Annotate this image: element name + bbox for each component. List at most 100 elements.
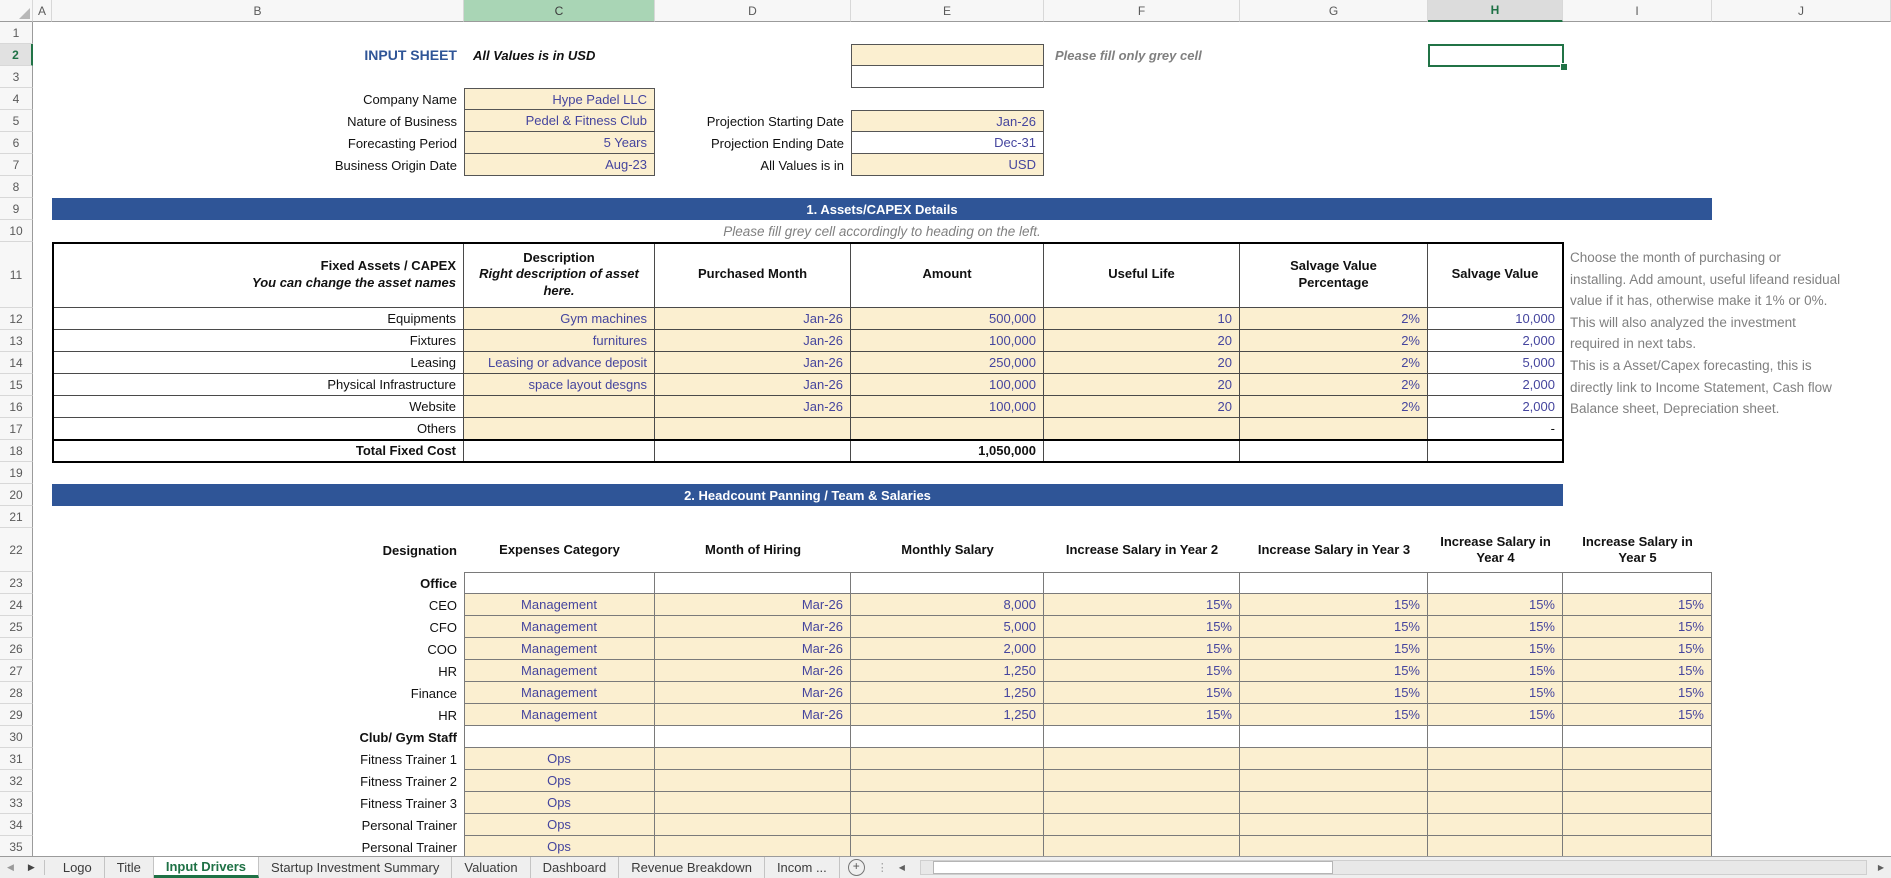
cell-E16[interactable]: 100,000 [851, 396, 1044, 418]
cell-C24[interactable]: Management [464, 594, 655, 616]
cell-E13[interactable]: 100,000 [851, 330, 1044, 352]
col-header-J[interactable]: J [1712, 0, 1891, 22]
cell-G12[interactable]: 2% [1240, 308, 1428, 330]
cell-C15[interactable]: space layout desgns [464, 374, 655, 396]
row-header-29[interactable]: 29 [0, 704, 33, 726]
row-header-17[interactable]: 17 [0, 418, 33, 440]
cell-B29[interactable]: HR [52, 704, 464, 726]
cell-F34[interactable] [1044, 814, 1240, 836]
assets-header-name[interactable]: Fixed Assets / CAPEX You can change the a… [52, 242, 464, 308]
row-header-20[interactable]: 20 [0, 484, 33, 506]
assets-header-H[interactable]: Salvage Value [1428, 242, 1563, 308]
cell-G31[interactable] [1240, 748, 1428, 770]
cell-E29[interactable]: 1,250 [851, 704, 1044, 726]
cell-I33[interactable] [1563, 792, 1712, 814]
cell-E3-input-box[interactable] [851, 66, 1044, 88]
cell-D31[interactable] [655, 748, 851, 770]
cell-F23[interactable] [1044, 572, 1240, 594]
row-header-12[interactable]: 12 [0, 308, 33, 330]
cell-G30[interactable] [1240, 726, 1428, 748]
cell-H31[interactable] [1428, 748, 1563, 770]
cell-D15[interactable]: Jan-26 [655, 374, 851, 396]
cell-E17[interactable] [851, 418, 1044, 440]
cell-F26[interactable]: 15% [1044, 638, 1240, 660]
cell-H25[interactable]: 15% [1428, 616, 1563, 638]
fill-handle[interactable] [1560, 63, 1568, 71]
row-header-33[interactable]: 33 [0, 792, 33, 814]
tab-scroll-right-icon[interactable]: ▶ [21, 857, 42, 878]
cell-I29[interactable]: 15% [1563, 704, 1712, 726]
cell-E34[interactable] [851, 814, 1044, 836]
row-header-35[interactable]: 35 [0, 836, 33, 856]
cell-B25[interactable]: CFO [52, 616, 464, 638]
cell-C17[interactable] [464, 418, 655, 440]
cell-H32[interactable] [1428, 770, 1563, 792]
cell-E18[interactable]: 1,050,000 [851, 440, 1044, 462]
cell-I27[interactable]: 15% [1563, 660, 1712, 682]
cell-F27[interactable]: 15% [1044, 660, 1240, 682]
cell-I26[interactable]: 15% [1563, 638, 1712, 660]
sheet-tab-input-drivers[interactable]: Input Drivers [153, 857, 260, 878]
cell-H18[interactable] [1428, 440, 1563, 462]
row-header-5[interactable]: 5 [0, 110, 33, 132]
cell-D13[interactable]: Jan-26 [655, 330, 851, 352]
cell-B26[interactable]: COO [52, 638, 464, 660]
cell-E27[interactable]: 1,250 [851, 660, 1044, 682]
cell-D24[interactable]: Mar-26 [655, 594, 851, 616]
cell-D17[interactable] [655, 418, 851, 440]
cell-G33[interactable] [1240, 792, 1428, 814]
cell-E32[interactable] [851, 770, 1044, 792]
cell-H26[interactable]: 15% [1428, 638, 1563, 660]
cell-G26[interactable]: 15% [1240, 638, 1428, 660]
horizontal-scrollbar[interactable] [919, 860, 1867, 875]
row-header-16[interactable]: 16 [0, 396, 33, 418]
cell-D30[interactable] [655, 726, 851, 748]
cell-C7[interactable]: Aug-23 [464, 154, 655, 176]
cell-E26[interactable]: 2,000 [851, 638, 1044, 660]
cell-F29[interactable]: 15% [1044, 704, 1240, 726]
cell-H12[interactable]: 10,000 [1428, 308, 1563, 330]
row-header-3[interactable]: 3 [0, 66, 33, 88]
values-currency-note[interactable]: All Values is in USD [466, 44, 846, 66]
cell-D16[interactable]: Jan-26 [655, 396, 851, 418]
cell-G25[interactable]: 15% [1240, 616, 1428, 638]
page-title[interactable]: INPUT SHEET [52, 44, 464, 66]
cell-I32[interactable] [1563, 770, 1712, 792]
cell-E33[interactable] [851, 792, 1044, 814]
cell-F12[interactable]: 10 [1044, 308, 1240, 330]
cell-I25[interactable]: 15% [1563, 616, 1712, 638]
cell-B31[interactable]: Fitness Trainer 1 [52, 748, 464, 770]
cell-G23[interactable] [1240, 572, 1428, 594]
row-header-26[interactable]: 26 [0, 638, 33, 660]
cell-D26[interactable]: Mar-26 [655, 638, 851, 660]
cell-E28[interactable]: 1,250 [851, 682, 1044, 704]
cell-F35[interactable] [1044, 836, 1240, 856]
row-header-2[interactable]: 2 [0, 44, 33, 66]
horizontal-scrollbar-thumb[interactable] [932, 861, 1333, 874]
cell-C14[interactable]: Leasing or advance deposit [464, 352, 655, 374]
row-header-34[interactable]: 34 [0, 814, 33, 836]
cell-F16[interactable]: 20 [1044, 396, 1240, 418]
cell-I35[interactable] [1563, 836, 1712, 856]
cell-F14[interactable]: 20 [1044, 352, 1240, 374]
cell-B18[interactable]: Total Fixed Cost [52, 440, 464, 462]
cell-H34[interactable] [1428, 814, 1563, 836]
row-header-23[interactable]: 23 [0, 572, 33, 594]
cell-C4[interactable]: Hype Padel LLC [464, 88, 655, 110]
row-header-27[interactable]: 27 [0, 660, 33, 682]
cell-B33[interactable]: Fitness Trainer 3 [52, 792, 464, 814]
cell-H30[interactable] [1428, 726, 1563, 748]
cell-I34[interactable] [1563, 814, 1712, 836]
hscroll-right-arrow-icon[interactable]: ▶ [1871, 857, 1891, 878]
cell-E31[interactable] [851, 748, 1044, 770]
cell-G28[interactable]: 15% [1240, 682, 1428, 704]
cell-D28[interactable]: Mar-26 [655, 682, 851, 704]
cell-E25[interactable]: 5,000 [851, 616, 1044, 638]
cell-G18[interactable] [1240, 440, 1428, 462]
cell-B12[interactable]: Equipments [52, 308, 464, 330]
cell-D34[interactable] [655, 814, 851, 836]
cell-F30[interactable] [1044, 726, 1240, 748]
cell-E24[interactable]: 8,000 [851, 594, 1044, 616]
row-header-18[interactable]: 18 [0, 440, 33, 462]
cell-B23[interactable]: Office [52, 572, 464, 594]
